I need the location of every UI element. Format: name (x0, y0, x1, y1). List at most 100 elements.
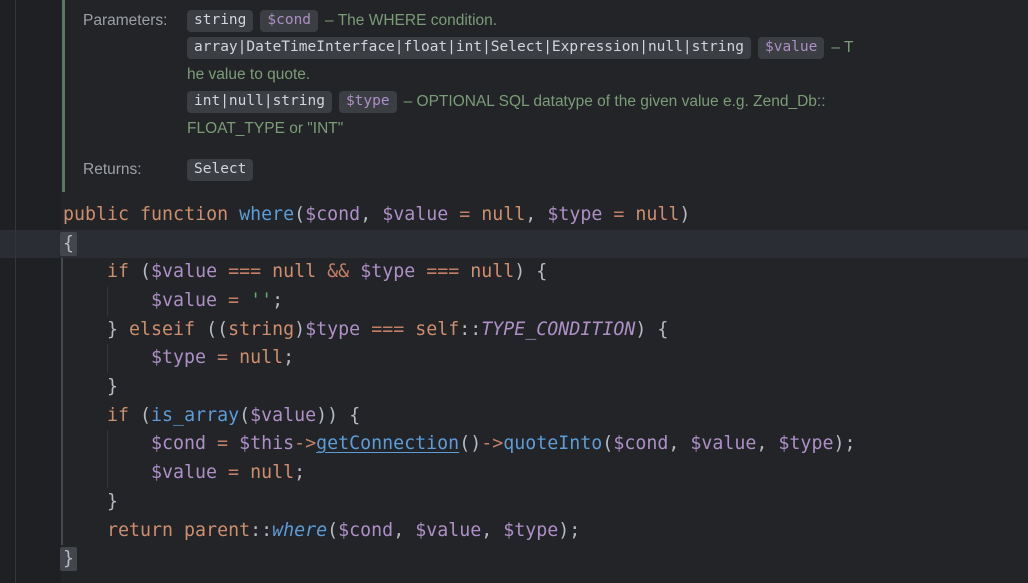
doc-comment-border (62, 0, 65, 192)
code-token: $type (503, 520, 558, 541)
type-chip: Select (187, 159, 253, 181)
code-token: = (459, 204, 481, 225)
code-token: ( (239, 405, 250, 426)
code-token: () (459, 433, 481, 454)
param-name-chip: $type (339, 91, 397, 113)
code-line[interactable]: $cond = $this->getConnection()->quoteInt… (151, 430, 855, 459)
code-token: null (470, 261, 514, 282)
code-token: } (107, 376, 118, 397)
current-line-highlight (0, 230, 1028, 259)
code-token: $value (151, 290, 228, 311)
code-token: = (217, 433, 239, 454)
code-token: null (635, 204, 679, 225)
doc-section-label: Returns: (83, 161, 180, 179)
code-token: if (107, 405, 140, 426)
code-token: ; (272, 290, 283, 311)
code-token: (( (206, 319, 228, 340)
indent-guide (15, 0, 16, 583)
code-token: $this (239, 433, 294, 454)
code-token: quoteInto (503, 433, 602, 454)
code-token: $value (151, 261, 228, 282)
code-token: ( (140, 405, 151, 426)
matched-bracket: } (60, 547, 77, 571)
code-line[interactable]: return parent::where($cond, $value, $typ… (107, 517, 580, 546)
code-line[interactable]: } (63, 545, 74, 574)
indent-guide (107, 430, 108, 487)
code-token: ; (283, 347, 294, 368)
code-token: $type (360, 261, 426, 282)
method-link[interactable]: getConnection (316, 433, 459, 454)
doc-description-text: – The WHERE condition. (325, 12, 497, 30)
indent-guide-active (61, 258, 63, 545)
code-token: :: (459, 319, 481, 340)
code-line[interactable]: $value = ''; (151, 287, 283, 316)
code-token: $type (151, 347, 217, 368)
code-line[interactable]: { (63, 230, 74, 259)
code-line[interactable]: if (is_array($value)) { (107, 402, 360, 431)
code-token: null (481, 204, 525, 225)
code-token: $value (151, 462, 228, 483)
code-token: ( (327, 520, 338, 541)
code-line[interactable]: $value = null; (151, 459, 305, 488)
code-token: self (415, 319, 459, 340)
code-token: '' (250, 290, 272, 311)
code-token: === (371, 319, 415, 340)
code-token: is_array (151, 405, 239, 426)
code-line[interactable]: } elseif ((string)$type === self::TYPE_C… (107, 316, 668, 345)
code-token: $cond (338, 520, 393, 541)
code-token: ) (294, 319, 305, 340)
code-token: } (107, 491, 118, 512)
param-name-chip: $cond (260, 10, 318, 32)
code-token: null (250, 462, 294, 483)
code-token: ) { (635, 319, 668, 340)
code-token: ( (602, 433, 613, 454)
doc-row: he value to quote. (83, 62, 310, 89)
code-token: ) { (514, 261, 547, 282)
code-token: if (107, 261, 140, 282)
code-token: === (426, 261, 470, 282)
code-token: $value (250, 405, 316, 426)
code-token: $type (305, 319, 371, 340)
param-name-chip: $value (758, 37, 824, 59)
code-token: string (228, 319, 294, 340)
code-token: where (272, 520, 327, 541)
code-token: $type (778, 433, 833, 454)
code-token: , (756, 433, 778, 454)
code-token: && (327, 261, 360, 282)
code-token: , (481, 520, 503, 541)
code-token: public function (63, 204, 239, 225)
code-token: = (228, 462, 250, 483)
code-token: null (272, 261, 327, 282)
code-token: , (393, 520, 415, 541)
code-line[interactable]: } (107, 488, 118, 517)
code-token: $cond (151, 433, 217, 454)
code-line[interactable]: if ($value === null && $type === null) { (107, 258, 547, 287)
code-token: ) (679, 204, 690, 225)
doc-row: Returns: Select (83, 157, 253, 184)
code-token: ( (294, 204, 305, 225)
code-token: :: (250, 520, 272, 541)
editor: Parameters:string$cond– The WHERE condit… (0, 0, 1028, 583)
code-token: $cond (305, 204, 360, 225)
indent-guide (107, 287, 108, 316)
indent-guide (107, 344, 108, 373)
code-token: $value (415, 520, 481, 541)
doc-description-text: – OPTIONAL SQL datatype of the given val… (404, 93, 826, 111)
code-token: elseif (129, 319, 206, 340)
code-line[interactable]: $type = null; (151, 344, 294, 373)
code-line[interactable]: } (107, 373, 118, 402)
code-token: )) { (316, 405, 360, 426)
code-token: $value (382, 204, 459, 225)
code-token: TYPE_CONDITION (481, 319, 635, 340)
doc-row: FLOAT_TYPE or "INT" (83, 116, 343, 143)
code-token: $cond (613, 433, 668, 454)
code-token: $type (547, 204, 613, 225)
doc-description-text: he value to quote. (187, 66, 310, 84)
code-token: ( (140, 261, 151, 282)
code-token: = (613, 204, 635, 225)
code-line[interactable]: public function where($cond, $value = nu… (63, 201, 690, 230)
code-token: -> (294, 433, 316, 454)
code-token: return (107, 520, 184, 541)
type-chip: array|DateTimeInterface|float|int|Select… (187, 37, 751, 59)
code-token: } (107, 319, 129, 340)
